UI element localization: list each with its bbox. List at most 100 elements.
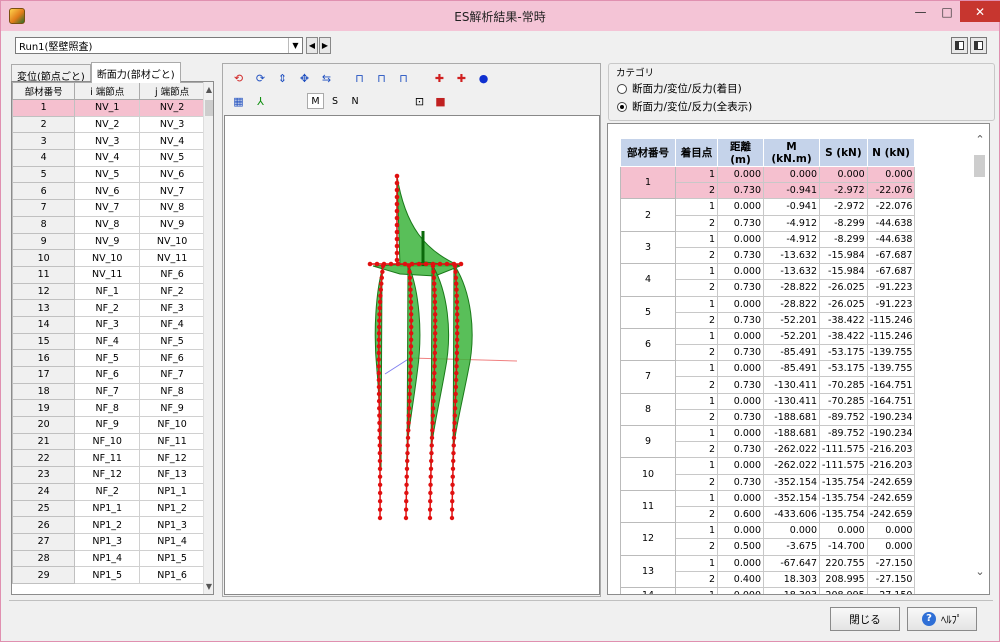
view-front-icon[interactable]: ⊓ (351, 70, 368, 86)
table-row[interactable]: 11 1 0.000 -352.154 -135.754 -242.659 (620, 489, 916, 524)
rotate-y-icon[interactable]: ⟳ (252, 70, 269, 86)
shear-cell[interactable]: -89.752 (819, 424, 868, 443)
moment-toggle[interactable]: M (307, 93, 324, 109)
axial-cell[interactable]: -115.246 (866, 327, 916, 346)
focus-point-cell[interactable]: 1 (675, 457, 718, 475)
member-number-cell[interactable]: 16 (12, 349, 76, 367)
shear-cell[interactable]: 208.995 (819, 570, 868, 588)
moment-cell[interactable]: -28.822 (763, 295, 820, 313)
shear-cell[interactable]: -8.299 (819, 230, 868, 248)
table-row[interactable]: 9 1 0.000 -188.681 -89.752 -190.234 (620, 424, 916, 459)
distance-cell[interactable]: 0.000 (717, 327, 764, 346)
member-number-cell[interactable]: 1 (620, 165, 676, 200)
j-node-cell[interactable]: NF_8 (139, 382, 205, 401)
j-node-cell[interactable]: NV_2 (139, 99, 205, 117)
node-display-icon[interactable]: ✚ (431, 70, 448, 86)
table-row[interactable]: 17 NF_6 NF_7 (12, 366, 205, 384)
moment-cell[interactable]: -28.822 (763, 279, 820, 297)
distance-cell[interactable]: 0.730 (717, 344, 764, 362)
scroll-up-icon[interactable]: ▲ (204, 85, 213, 94)
table-row[interactable]: 15 NF_4 NF_5 (12, 332, 205, 351)
moment-cell[interactable]: 18.303 (763, 570, 820, 588)
distance-cell[interactable]: 0.000 (717, 360, 764, 378)
focus-point-cell[interactable]: 1 (675, 586, 718, 594)
i-node-cell[interactable]: NV_1 (74, 99, 141, 117)
j-node-cell[interactable]: NP1_5 (139, 549, 205, 568)
i-node-cell[interactable]: NF_2 (74, 299, 141, 317)
moment-cell[interactable]: -0.941 (763, 182, 820, 200)
table-row[interactable]: 12 1 0.000 0.000 0.000 0.000 (620, 522, 916, 556)
distance-cell[interactable]: 0.000 (717, 489, 764, 507)
i-node-cell[interactable]: NF_12 (74, 466, 141, 484)
table-row[interactable]: 27 NP1_3 NP1_4 (12, 532, 205, 551)
table-row[interactable]: 9 NV_9 NV_10 (12, 232, 205, 251)
j-node-cell[interactable]: NF_5 (139, 332, 205, 351)
moment-cell[interactable]: -0.941 (763, 198, 820, 216)
j-node-cell[interactable]: NF_13 (139, 466, 205, 484)
table-row[interactable]: 4 NV_4 NV_5 (12, 149, 205, 167)
i-node-cell[interactable]: NF_7 (74, 382, 141, 401)
layout-button-2[interactable] (970, 37, 987, 54)
table-row[interactable]: 3 1 0.000 -4.912 -8.299 -44.638 (620, 230, 916, 265)
member-number-cell[interactable]: 4 (620, 263, 676, 297)
table-row[interactable]: 29 NP1_5 NP1_6 (12, 566, 205, 584)
chevron-down-icon[interactable]: ▼ (288, 38, 302, 53)
j-node-cell[interactable]: NF_4 (139, 315, 205, 334)
j-node-cell[interactable]: NV_9 (139, 215, 205, 234)
axial-cell[interactable]: -44.638 (866, 230, 916, 248)
i-node-cell[interactable]: NP1_1 (74, 499, 141, 518)
member-number-cell[interactable]: 1 (12, 99, 76, 117)
col-member-no[interactable]: 部材番号 (12, 82, 76, 100)
distance-cell[interactable]: 0.730 (717, 246, 764, 265)
shear-cell[interactable]: -26.025 (819, 279, 868, 297)
shear-cell[interactable]: -15.984 (819, 246, 868, 265)
moment-cell[interactable]: -3.675 (763, 538, 820, 556)
table-row[interactable]: 14 NF_3 NF_4 (12, 315, 205, 334)
shear-cell[interactable]: -135.754 (819, 505, 868, 524)
distance-cell[interactable]: 0.000 (717, 198, 764, 216)
table-row[interactable]: 20 NF_9 NF_10 (12, 416, 205, 434)
member-number-cell[interactable]: 29 (12, 566, 76, 584)
member-number-cell[interactable]: 11 (620, 489, 676, 524)
view-side-icon[interactable]: ⊓ (373, 70, 390, 86)
shear-cell[interactable]: -70.285 (819, 392, 868, 410)
table-row[interactable]: 8 NV_8 NV_9 (12, 215, 205, 234)
moment-cell[interactable]: 0.000 (763, 165, 820, 184)
j-node-cell[interactable]: NV_6 (139, 165, 205, 184)
distance-cell[interactable]: 0.000 (717, 263, 764, 281)
table-row[interactable]: 12 NF_1 NF_2 (12, 282, 205, 301)
i-node-cell[interactable]: NP1_3 (74, 532, 141, 551)
close-window-button[interactable]: ✕ (960, 1, 1000, 22)
shear-cell[interactable]: -26.025 (819, 295, 868, 313)
moment-cell[interactable]: -67.647 (763, 554, 820, 572)
table-row[interactable]: 13 1 0.000 -67.647 220.755 -27.150 (620, 554, 916, 588)
table-row[interactable]: 8 1 0.000 -130.411 -70.285 -164.751 (620, 392, 916, 427)
col-distance[interactable]: 距離(m) (717, 138, 764, 167)
scroll-down-icon[interactable]: ▼ (204, 582, 213, 591)
j-node-cell[interactable]: NP1_3 (139, 516, 205, 534)
j-node-cell[interactable]: NV_11 (139, 249, 205, 267)
focus-point-cell[interactable]: 1 (675, 230, 718, 248)
distance-cell[interactable]: 0.000 (717, 165, 764, 184)
focus-point-cell[interactable]: 2 (675, 279, 718, 297)
shear-cell[interactable]: 0.000 (819, 522, 868, 540)
member-number-cell[interactable]: 3 (620, 230, 676, 265)
tab-section-force[interactable]: 断面力(部材ごと) (90, 62, 181, 83)
distance-cell[interactable]: 0.000 (717, 554, 764, 572)
distance-cell[interactable]: 0.000 (717, 522, 764, 540)
member-number-cell[interactable]: 18 (12, 382, 76, 401)
axial-cell[interactable]: 0.000 (866, 538, 916, 556)
fit-view-icon[interactable]: ⊡ (411, 93, 428, 109)
focus-point-cell[interactable]: 2 (675, 473, 718, 491)
help-button[interactable]: ? ﾍﾙﾌﾟ (907, 607, 977, 631)
move-icon[interactable]: ✥ (296, 70, 313, 86)
focus-point-cell[interactable]: 2 (675, 538, 718, 556)
node-label-icon[interactable]: ✚ (453, 70, 470, 86)
axial-cell[interactable]: -190.234 (866, 408, 916, 427)
focus-point-cell[interactable]: 1 (675, 392, 718, 410)
i-node-cell[interactable]: NF_6 (74, 366, 141, 384)
j-node-cell[interactable]: NF_6 (139, 265, 205, 284)
shear-cell[interactable]: -111.575 (819, 457, 868, 475)
member-number-cell[interactable]: 17 (12, 366, 76, 384)
table-row[interactable]: 16 NF_5 NF_6 (12, 349, 205, 367)
